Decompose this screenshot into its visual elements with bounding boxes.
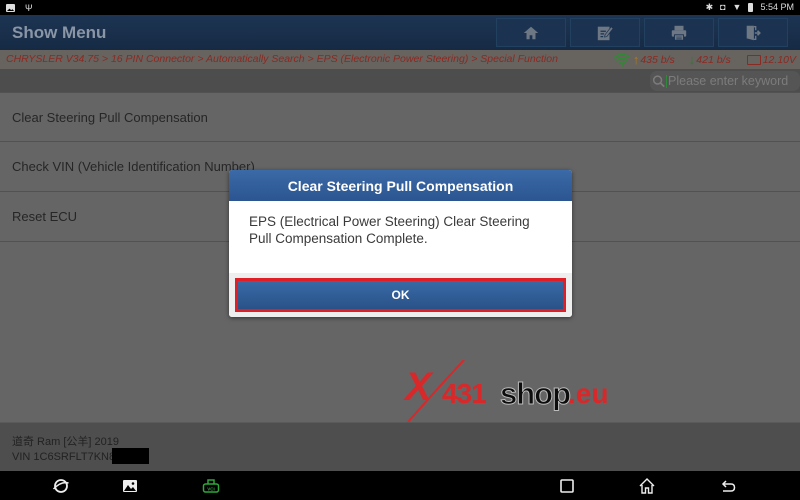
vin-text: VIN 1C6SRFLT7KN8: [12, 451, 116, 463]
svg-text:VCI: VCI: [207, 486, 215, 491]
text-cursor: [666, 74, 667, 88]
download-rate: 421 b/s: [696, 53, 731, 66]
upload-rate: 435 b/s: [640, 53, 675, 66]
image-notification-icon: [6, 4, 15, 12]
dialog-message: EPS (Electrical Power Steering) Clear St…: [249, 214, 530, 246]
printer-icon: [671, 25, 687, 41]
back-button[interactable]: [718, 476, 738, 496]
ok-button[interactable]: OK: [235, 278, 566, 312]
battery-voltage-icon: [746, 54, 761, 65]
search-row: [0, 69, 800, 92]
watermark-x: X: [405, 365, 432, 409]
watermark-tld: .eu: [568, 378, 609, 409]
connection-stats: ↑ 435 b/s ↓ 421 b/s 12.10V: [613, 52, 796, 67]
upload-arrow-icon: ↑: [632, 52, 640, 67]
search-input[interactable]: [668, 74, 800, 88]
toolbar: [496, 18, 788, 47]
signal-icon: [613, 53, 631, 67]
download-arrow-icon: ↓: [688, 52, 696, 67]
android-home-button[interactable]: [637, 476, 657, 496]
breadcrumb: CHRYSLER V34.75 > 16 PIN Connector > Aut…: [6, 53, 558, 65]
app-header: Show Menu: [0, 15, 800, 50]
exit-button[interactable]: [718, 18, 788, 47]
home-button[interactable]: [496, 18, 566, 47]
menu-item-clear-steering-pull[interactable]: Clear Steering Pull Compensation: [0, 92, 800, 142]
dialog-title: Clear Steering Pull Compensation: [229, 170, 572, 201]
edit-report-icon: [597, 25, 614, 40]
browser-button[interactable]: [51, 476, 71, 496]
system-nav-bar: VCI: [0, 471, 800, 500]
gallery-icon: [123, 480, 137, 492]
vehicle-vin: VIN 1C6SRFLT7KN8: [12, 448, 150, 464]
vehicle-info: 道奇 Ram [公羊] 2019 VIN 1C6SRFLT7KN8: [0, 422, 800, 471]
status-bar: Ψ ✱ ◘ ▼ 5:54 PM: [0, 0, 800, 15]
vci-button[interactable]: VCI: [201, 476, 221, 496]
battery-icon: [748, 2, 754, 12]
vibrate-icon: ◘: [720, 2, 726, 12]
watermark-number: 431: [442, 378, 487, 409]
vci-icon: VCI: [202, 479, 220, 493]
print-button[interactable]: [644, 18, 714, 47]
home-icon: [523, 26, 539, 39]
dialog-footer: OK: [229, 273, 572, 317]
clock: 5:54 PM: [760, 2, 794, 12]
voltage-readout: 12.10V: [762, 53, 796, 66]
search-icon: [652, 75, 665, 88]
bluetooth-icon: ✱: [705, 2, 714, 12]
gallery-button[interactable]: [120, 476, 140, 496]
exit-door-icon: [746, 25, 761, 40]
page-title: Show Menu: [12, 23, 107, 42]
recent-apps-button[interactable]: [557, 476, 577, 496]
report-button[interactable]: [570, 18, 640, 47]
breadcrumb-bar: CHRYSLER V34.75 > 16 PIN Connector > Aut…: [0, 50, 800, 69]
result-dialog: Clear Steering Pull Compensation EPS (El…: [229, 170, 572, 317]
search-box[interactable]: [650, 71, 800, 91]
usb-icon: Ψ: [25, 3, 33, 13]
recent-apps-icon: [560, 479, 574, 493]
home-icon: [639, 478, 655, 494]
vehicle-model: 道奇 Ram [公羊] 2019: [12, 436, 119, 448]
back-icon: [721, 480, 736, 492]
watermark-logo: X 431 shop .eu: [400, 360, 620, 422]
watermark-shop: shop: [499, 376, 571, 412]
browser-icon: [52, 479, 69, 493]
vin-redaction: [112, 448, 150, 464]
wifi-icon: ▼: [732, 2, 742, 12]
